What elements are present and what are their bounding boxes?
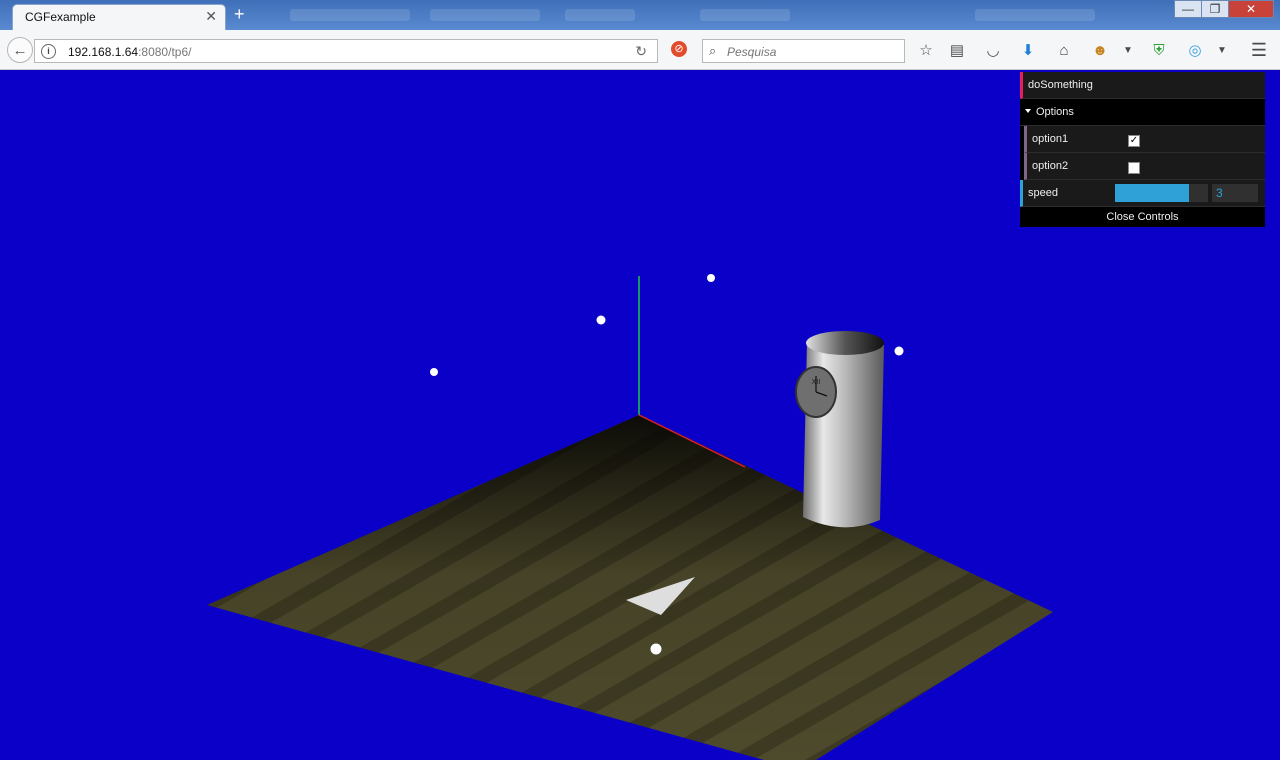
tab-title: CGFexample (25, 10, 96, 24)
speed-slider-fill (1115, 184, 1190, 202)
close-controls-button[interactable]: Close Controls (1020, 207, 1265, 227)
info-icon[interactable]: i (41, 44, 56, 59)
floor-plane (207, 415, 1053, 760)
new-tab-button[interactable]: + (234, 4, 245, 25)
tab-bar: CGFexample ✕ + — ❐ ✕ (0, 0, 1280, 30)
light-marker (596, 315, 606, 325)
option2-row: option2 (1024, 153, 1265, 180)
blocker-icon[interactable]: ⊘ (671, 41, 687, 57)
option1-row: option1 ✓ (1024, 126, 1265, 153)
speed-input[interactable]: 3 (1212, 184, 1258, 202)
caret-down-icon (1025, 109, 1031, 113)
light-marker (430, 368, 438, 376)
controls-panel: doSomething Options option1 ✓ option2 sp… (1020, 72, 1265, 227)
background-tab[interactable] (700, 9, 790, 21)
pocket-icon[interactable]: ◡ (983, 40, 1003, 60)
search-input[interactable] (725, 42, 899, 62)
options-folder-label: Options (1036, 106, 1074, 118)
light-marker (650, 643, 662, 655)
url-bar[interactable]: i 192.168.1.64:8080/tp6/ ↻ (34, 39, 658, 63)
download-icon[interactable]: ⬇ (1018, 40, 1038, 60)
home-icon[interactable]: ⌂ (1054, 40, 1074, 60)
reload-icon[interactable]: ↻ (635, 43, 647, 60)
light-marker (894, 346, 904, 356)
do-something-button[interactable]: doSomething (1020, 72, 1265, 99)
menu-icon[interactable]: ☰ (1249, 40, 1269, 60)
clock-face: XII (795, 366, 837, 418)
background-tab[interactable] (290, 9, 410, 21)
search-bar[interactable]: ⌕ (702, 39, 905, 63)
option2-checkbox[interactable] (1128, 162, 1140, 174)
background-tab[interactable] (430, 9, 540, 21)
back-button[interactable]: ← (7, 37, 33, 63)
url-text[interactable]: 192.168.1.64:8080/tp6/ (68, 45, 191, 59)
background-tab[interactable] (565, 9, 635, 21)
speed-row: speed 3 (1020, 180, 1265, 207)
option1-checkbox[interactable]: ✓ (1128, 135, 1140, 147)
cylinder-clock-tower: XII (795, 331, 884, 528)
option1-label: option1 (1032, 133, 1069, 145)
monkey-icon[interactable]: ☻ (1090, 40, 1110, 60)
option2-label: option2 (1032, 160, 1069, 172)
do-something-label: doSomething (1028, 79, 1093, 91)
chevron-down-icon[interactable]: ▼ (1118, 40, 1138, 60)
bookmark-star-icon[interactable]: ☆ (916, 40, 936, 60)
maximize-button[interactable]: ❐ (1201, 0, 1229, 18)
arrow-left-icon: ← (12, 41, 28, 59)
minimize-button[interactable]: — (1174, 0, 1202, 18)
speed-label: speed (1028, 187, 1058, 199)
options-folder-toggle[interactable]: Options (1020, 99, 1265, 126)
url-host: 192.168.1.64 (68, 45, 139, 59)
background-tab[interactable] (975, 9, 1095, 21)
search-icon: ⌕ (709, 43, 717, 58)
url-path: :8080/tp6/ (138, 45, 192, 59)
chevron-down-icon[interactable]: ▼ (1212, 40, 1232, 60)
speed-slider[interactable] (1115, 184, 1208, 202)
tab-close-icon[interactable]: ✕ (205, 8, 217, 25)
browser-tab[interactable]: CGFexample ✕ (12, 4, 226, 30)
shield-icon[interactable]: ⛨ (1149, 40, 1169, 60)
close-window-button[interactable]: ✕ (1228, 0, 1274, 18)
play-icon[interactable]: ◎ (1185, 40, 1205, 60)
light-marker (707, 274, 715, 282)
navigation-bar: ← i 192.168.1.64:8080/tp6/ ↻ ⊘ ⌕ ☆ ▤ ◡ ⬇… (0, 30, 1280, 70)
reading-list-icon[interactable]: ▤ (947, 40, 967, 60)
